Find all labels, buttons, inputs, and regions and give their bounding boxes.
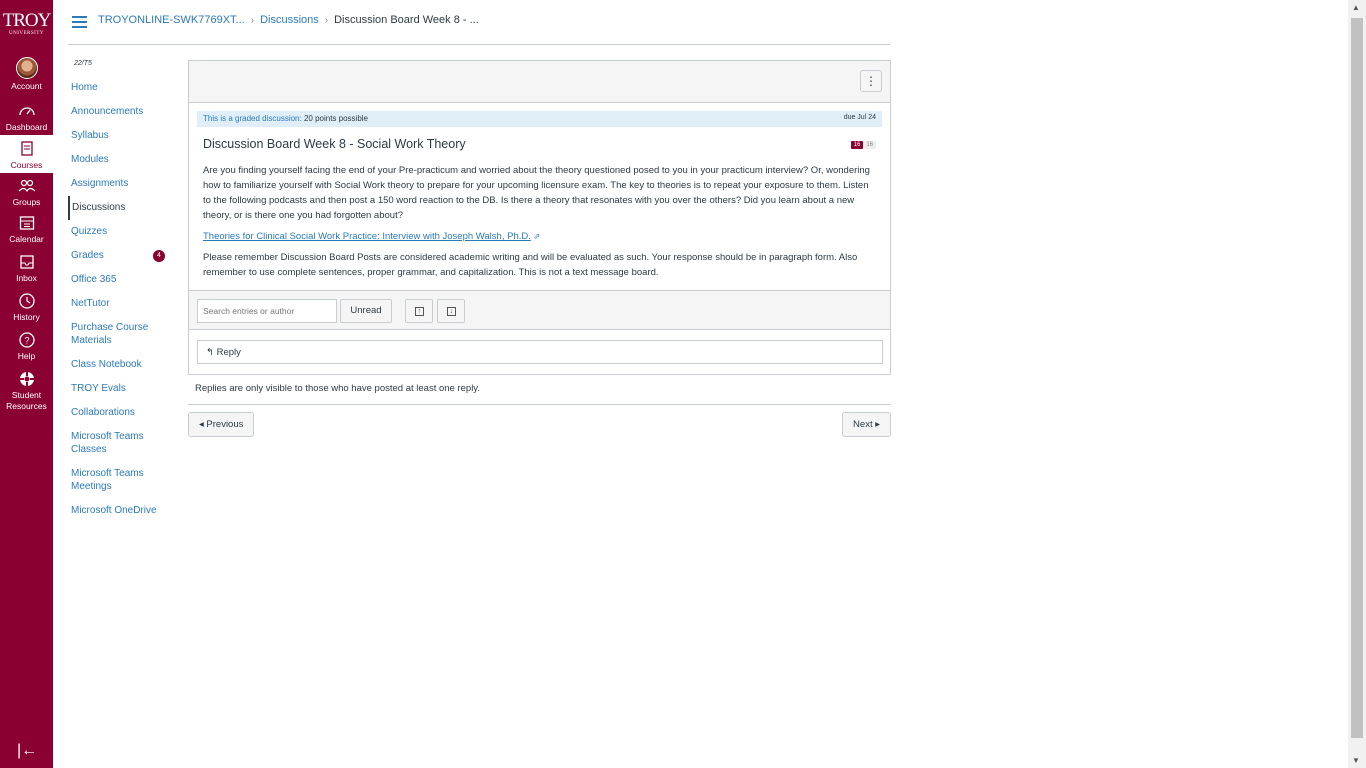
scroll-up-icon[interactable]: ▲ (1352, 3, 1360, 12)
nav-label: Account (11, 81, 42, 91)
student-resources-icon (19, 372, 34, 386)
nav-history[interactable]: History (0, 292, 53, 322)
graded-banner: This is a graded discussion: 20 points p… (197, 111, 882, 127)
collapse-replies-button[interactable]: ↑ (405, 299, 433, 323)
course-nav-grades[interactable]: Grades 4 (68, 244, 178, 268)
nav-courses[interactable]: Courses (0, 135, 53, 173)
discussion-toolbar: ⋮ (189, 61, 890, 103)
discussion-panel: ⋮ This is a graded discussion: 20 points… (188, 60, 891, 375)
discussion-paragraph-1: Are you finding yourself facing the end … (203, 165, 870, 221)
pagination: ◂ Previous Next ▸ (188, 405, 891, 445)
nav-label: Inbox (16, 273, 37, 283)
expand-replies-button[interactable]: ↓ (437, 299, 465, 323)
course-nav-troy-evals[interactable]: TROY Evals (68, 377, 178, 401)
nav-account[interactable]: Account (0, 57, 53, 91)
nav-label: Dashboard (5, 122, 48, 132)
avatar (15, 57, 38, 79)
discussion-content: This is a graded discussion: 20 points p… (189, 103, 890, 290)
term-label: 22/T5 (74, 60, 92, 67)
nav-label: History (13, 312, 40, 322)
course-nav-home[interactable]: Home (68, 76, 178, 100)
groups-icon (18, 179, 35, 193)
nav-label: Help (17, 351, 36, 361)
scroll-down-icon[interactable]: ▼ (1352, 756, 1360, 765)
logo-text: TROY (2, 10, 52, 31)
hamburger-menu-icon[interactable] (72, 16, 87, 28)
reply-button[interactable]: ↰ Reply (197, 340, 883, 364)
nav-label: Student Resources (6, 390, 47, 411)
graded-label: This is a graded discussion: (203, 114, 302, 123)
course-nav-purchase-materials[interactable]: Purchase Course Materials (68, 316, 178, 353)
course-nav-class-notebook[interactable]: Class Notebook (68, 353, 178, 377)
discussion-paragraph-2: Please remember Discussion Board Posts a… (203, 252, 858, 278)
nav-groups[interactable]: Groups (0, 177, 53, 207)
unread-filter-button[interactable]: Unread (340, 299, 392, 323)
troy-logo[interactable]: TROY UNIVERSITY (0, 10, 53, 37)
unread-count-badge: 16 (850, 141, 864, 149)
header: TROYONLINE-SWK7769XT... › Discussions › Disc… (68, 0, 890, 45)
total-count-badge: 16 (863, 141, 876, 149)
course-nav-announcements[interactable]: Announcements (68, 100, 178, 124)
nav-inbox[interactable]: Inbox (0, 253, 53, 283)
course-nav-onedrive[interactable]: Microsoft OneDrive (68, 499, 178, 523)
course-nav-modules[interactable]: Modules (68, 148, 178, 172)
course-nav: 22/T5 Home Announcements Syllabus Module… (68, 55, 178, 523)
grades-badge: 4 (153, 250, 165, 262)
previous-button[interactable]: ◂ Previous (188, 412, 255, 437)
podcast-link[interactable]: Theories for Clinical Social Work Practi… (203, 231, 531, 242)
calendar-icon (19, 216, 34, 230)
nav-label: Groups (12, 197, 41, 207)
history-icon (18, 293, 35, 309)
nav-label: Calendar (9, 234, 44, 244)
scrollbar-thumb[interactable] (1351, 18, 1363, 738)
course-nav-nettutor[interactable]: NetTutor (68, 292, 178, 316)
points-possible: 20 points possible (303, 114, 368, 123)
breadcrumb-current: Discussion Board Week 8 - ... (334, 14, 479, 26)
course-nav-assignments[interactable]: Assignments (68, 172, 178, 196)
help-icon: ? (18, 332, 35, 348)
due-date: due Jul 24 (843, 114, 876, 121)
course-nav-discussions[interactable]: Discussions (68, 196, 178, 220)
nav-help[interactable]: ? Help (0, 331, 53, 361)
breadcrumb-discussions[interactable]: Discussions (260, 14, 319, 26)
more-options-icon[interactable]: ⋮ (860, 70, 882, 92)
scrollbar[interactable]: ▲ ▼ (1348, 0, 1366, 768)
breadcrumb-course[interactable]: TROYONLINE-SWK7769XT... (98, 14, 245, 26)
search-entries-input[interactable] (197, 299, 337, 323)
next-button[interactable]: Next ▸ (842, 412, 891, 437)
course-nav-collaborations[interactable]: Collaborations (68, 401, 178, 425)
svg-text:?: ? (24, 336, 29, 346)
global-nav: TROY UNIVERSITY Account Dashboard Course… (0, 0, 53, 768)
podcast-link-line: Theories for Clinical Social Work Practi… (203, 231, 876, 242)
breadcrumb: TROYONLINE-SWK7769XT... › Discussions › Disc… (98, 14, 479, 26)
logo-subtext: UNIVERSITY (9, 31, 44, 36)
discussion-title: Discussion Board Week 8 - Social Work Th… (203, 137, 466, 151)
course-nav-teams-meetings[interactable]: Microsoft Teams Meetings (68, 462, 178, 499)
reply-label: Reply (216, 347, 241, 358)
chevron-right-icon: › (324, 15, 329, 26)
nav-student-resources[interactable]: Student Resources (0, 370, 53, 412)
nav-dashboard[interactable]: Dashboard (0, 102, 53, 132)
courses-icon (20, 141, 33, 156)
external-link-icon: ⇗ (533, 232, 541, 241)
entries-toolbar: Unread ↑ ↓ (189, 290, 890, 330)
replies-notice: Replies are only visible to those who ha… (188, 375, 891, 405)
inbox-icon (19, 255, 34, 269)
collapse-arrow-icon: ↑ (415, 307, 424, 316)
reply-arrow-icon: ↰ (206, 347, 214, 358)
nav-calendar[interactable]: Calendar (0, 214, 53, 244)
expand-arrow-icon: ↓ (447, 307, 456, 316)
chevron-right-icon: › (250, 15, 255, 26)
nav-label: Courses (10, 160, 43, 170)
course-nav-quizzes[interactable]: Quizzes (68, 220, 178, 244)
course-nav-label: Grades (71, 250, 104, 261)
unread-counts: 16 16 (850, 141, 876, 149)
reply-area: ↰ Reply (189, 330, 890, 374)
collapse-nav-icon[interactable]: |← (17, 742, 37, 760)
course-nav-syllabus[interactable]: Syllabus (68, 124, 178, 148)
course-nav-office-365[interactable]: Office 365 (68, 268, 178, 292)
course-nav-teams-classes[interactable]: Microsoft Teams Classes (68, 425, 178, 462)
dashboard-icon (18, 107, 35, 116)
discussion-main: ⋮ This is a graded discussion: 20 points… (188, 60, 891, 445)
